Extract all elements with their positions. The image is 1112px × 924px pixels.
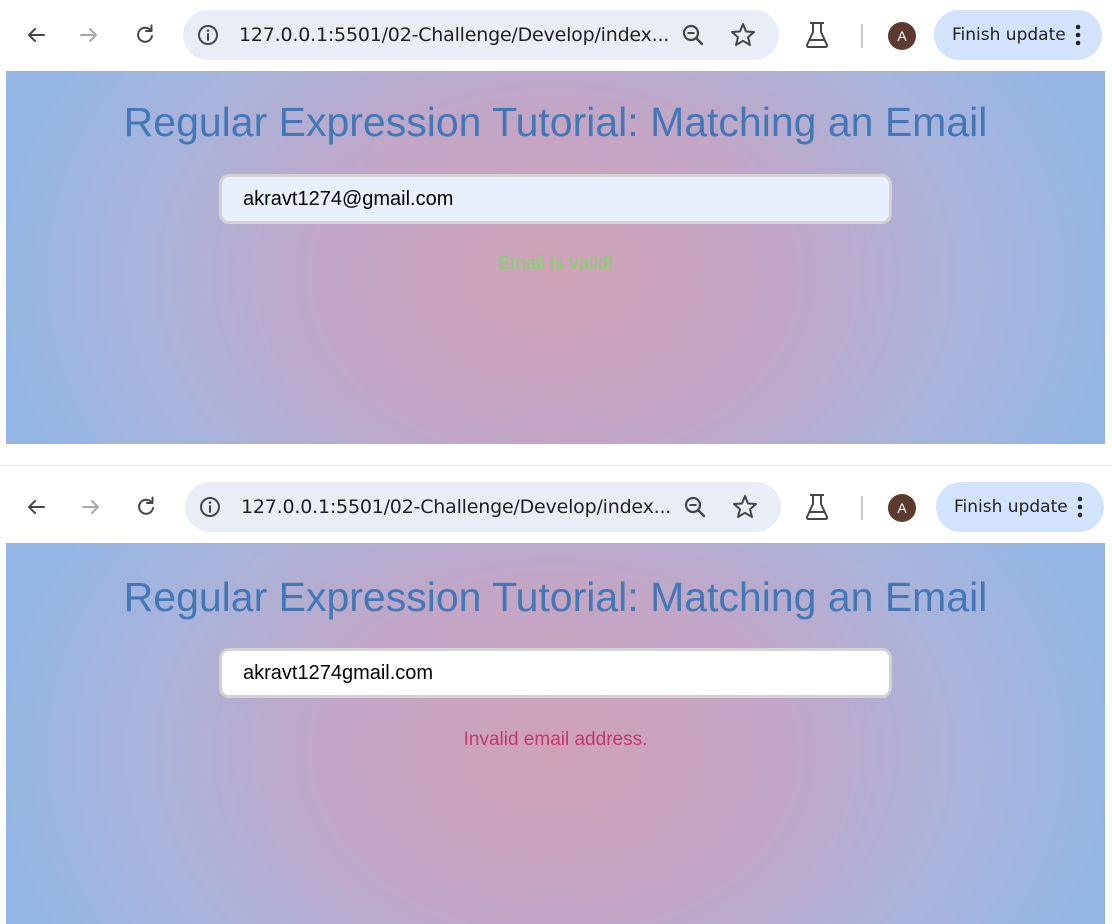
validation-message: Email is valid!: [497, 253, 614, 274]
url-text[interactable]: 127.0.0.1:5501/02-Challenge/Develop/inde…: [241, 482, 671, 532]
forward-button[interactable]: [76, 492, 106, 522]
email-input[interactable]: [219, 174, 892, 224]
three-dots-vertical-icon[interactable]: [1075, 495, 1085, 519]
profile-avatar[interactable]: A: [888, 22, 916, 50]
validation-message: Invalid email address.: [463, 729, 648, 750]
browser-toolbar: 127.0.0.1:5501/02-Challenge/Develop/inde…: [0, 0, 1112, 71]
zoom-out-icon[interactable]: [680, 22, 706, 48]
reload-button[interactable]: [130, 20, 160, 50]
toolbar-divider: [861, 24, 863, 48]
finish-update-button[interactable]: Finish update: [936, 482, 1104, 532]
url-text[interactable]: 127.0.0.1:5501/02-Challenge/Develop/inde…: [239, 10, 669, 60]
arrow-right-icon: [82, 500, 99, 514]
back-button[interactable]: [21, 492, 51, 522]
arrow-right-icon: [80, 28, 97, 42]
info-circle-icon[interactable]: [196, 23, 220, 47]
finish-update-label: Finish update: [954, 497, 1068, 517]
page-title: Regular Expression Tutorial: Matching an…: [123, 99, 988, 145]
profile-avatar[interactable]: A: [888, 494, 916, 522]
star-icon[interactable]: [731, 493, 759, 521]
arrow-left-icon: [28, 28, 45, 42]
screenshot-invalid-email: 127.0.0.1:5501/02-Challenge/Develop/inde…: [0, 465, 1112, 924]
toolbar-divider: [861, 496, 863, 520]
page-viewport: Regular Expression Tutorial: Matching an…: [6, 543, 1105, 924]
finish-update-label: Finish update: [952, 25, 1066, 45]
star-icon[interactable]: [729, 21, 757, 49]
flask-icon[interactable]: [804, 21, 830, 49]
forward-button[interactable]: [74, 20, 104, 50]
reload-button[interactable]: [131, 492, 161, 522]
finish-update-button[interactable]: Finish update: [934, 10, 1102, 60]
reload-icon: [137, 24, 153, 43]
info-circle-icon[interactable]: [198, 495, 222, 519]
browser-toolbar: 127.0.0.1:5501/02-Challenge/Develop/inde…: [0, 465, 1112, 541]
email-input[interactable]: [219, 648, 892, 698]
flask-icon[interactable]: [804, 493, 830, 521]
screenshot-valid-email: 127.0.0.1:5501/02-Challenge/Develop/inde…: [0, 0, 1112, 444]
zoom-out-icon[interactable]: [682, 494, 708, 520]
address-bar[interactable]: 127.0.0.1:5501/02-Challenge/Develop/inde…: [185, 482, 781, 532]
page-viewport: Regular Expression Tutorial: Matching an…: [6, 71, 1105, 444]
three-dots-vertical-icon[interactable]: [1073, 23, 1083, 47]
back-button[interactable]: [21, 20, 51, 50]
arrow-left-icon: [28, 500, 45, 514]
reload-icon: [138, 496, 154, 515]
address-bar[interactable]: 127.0.0.1:5501/02-Challenge/Develop/inde…: [183, 10, 779, 60]
page-title: Regular Expression Tutorial: Matching an…: [123, 574, 988, 620]
